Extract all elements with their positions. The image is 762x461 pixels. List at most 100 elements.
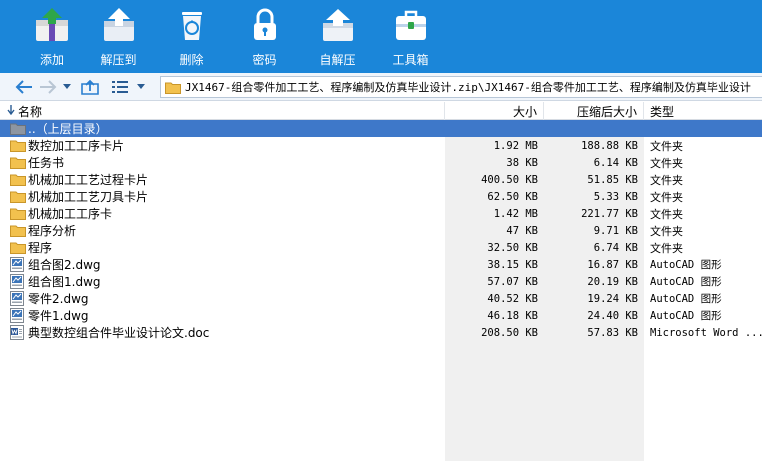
row-name: ..（上层目录） [28,122,108,136]
toolbox-button[interactable]: 工具箱 [374,0,447,73]
table-row[interactable]: 数控加工工序卡片 1.92 MB 188.88 KB 文件夹 [0,137,762,154]
row-name-cell: 程序 [0,239,445,256]
toolbox-icon [391,5,431,45]
table-row[interactable]: 程序 32.50 KB 6.74 KB 文件夹 [0,239,762,256]
folder-icon [10,241,26,255]
column-packed-size-label: 压缩后大小 [576,104,637,119]
row-name-cell: 机械加工工艺过程卡片 [0,171,445,188]
row-name-cell: 机械加工工艺刀具卡片 [0,188,445,205]
column-size[interactable]: 大小 [445,102,544,120]
path-field[interactable]: JX1467-组合零件加工工艺、程序编制及仿真毕业设计.zip\JX1467-组… [160,76,762,98]
table-row[interactable]: 组合图2.dwg 38.15 KB 16.87 KB AutoCAD 图形 [0,256,762,273]
table-row[interactable]: 零件2.dwg 40.52 KB 19.24 KB AutoCAD 图形 [0,290,762,307]
back-button[interactable] [12,75,36,99]
row-size: 1.42 MB [493,207,538,220]
row-type: AutoCAD 图形 [650,259,722,271]
up-folder-icon [81,79,99,95]
row-type: AutoCAD 图形 [650,276,722,288]
list-view-icon [112,80,128,93]
table-row[interactable]: 机械加工工艺过程卡片 400.50 KB 51.85 KB 文件夹 [0,171,762,188]
row-packed-size: 6.74 KB [593,241,638,254]
row-name-cell: 数控加工工序卡片 [0,137,445,154]
column-name[interactable]: 名称 [0,102,445,120]
extract-to-label: 解压到 [100,53,137,67]
row-name-cell: 任务书 [0,154,445,171]
recycle-bin-icon [172,5,212,45]
row-name-cell: 典型数控组合件毕业设计论文.doc [0,324,445,341]
row-name: 组合图2.dwg [28,258,101,272]
view-mode-dropdown[interactable] [134,75,148,99]
table-row-parent[interactable]: ..（上层目录） [0,120,762,137]
password-button[interactable]: 密码 [228,0,301,73]
row-type: 文件夹 [650,190,683,204]
row-type: Microsoft Word ... [650,326,762,339]
row-name: 任务书 [28,156,65,170]
extract-icon [99,5,139,45]
row-name-cell: 组合图1.dwg [0,273,445,290]
row-name-cell: ..（上层目录） [0,120,445,137]
row-name: 数控加工工序卡片 [28,139,125,153]
file-list: ..（上层目录） 数控加工工序卡片 1.92 MB 188.88 KB 文件夹 … [0,120,762,341]
column-name-label: 名称 [18,104,43,119]
row-name: 程序分析 [28,224,77,238]
row-type: 文件夹 [650,156,683,170]
self-extract-icon [318,5,358,45]
folder-icon [10,224,26,238]
row-type: 文件夹 [650,139,683,153]
column-size-label: 大小 [512,104,537,119]
row-size: 40.52 KB [487,292,538,305]
row-name: 零件2.dwg [28,292,89,306]
caret-down-icon [137,84,145,89]
arrow-right-icon [40,79,57,94]
row-size: 38 KB [506,156,538,169]
toolbar: 添加 解压到 删除 密码 自解压 工具箱 [0,0,762,73]
table-row[interactable]: 机械加工工艺刀具卡片 62.50 KB 5.33 KB 文件夹 [0,188,762,205]
row-name: 组合图1.dwg [28,275,101,289]
self-extract-button[interactable]: 自解压 [301,0,374,73]
forward-button[interactable] [36,75,60,99]
extract-to-button[interactable]: 解压到 [82,0,155,73]
table-row[interactable]: 组合图1.dwg 57.07 KB 20.19 KB AutoCAD 图形 [0,273,762,290]
row-name: 典型数控组合件毕业设计论文.doc [28,326,210,340]
column-type[interactable]: 类型 [644,102,762,120]
table-row[interactable]: 零件1.dwg 46.18 KB 24.40 KB AutoCAD 图形 [0,307,762,324]
delete-button[interactable]: 删除 [155,0,228,73]
row-type: AutoCAD 图形 [650,310,722,322]
column-packed-size[interactable]: 压缩后大小 [544,102,644,120]
add-button[interactable]: 添加 [22,0,82,73]
row-packed-size: 51.85 KB [587,173,638,186]
row-packed-size: 19.24 KB [587,292,638,305]
row-name-cell: 零件1.dwg [0,307,445,324]
row-packed-size: 24.40 KB [587,309,638,322]
row-type: 文件夹 [650,173,683,187]
row-packed-size: 9.71 KB [593,224,638,237]
row-size: 46.18 KB [487,309,538,322]
dwg-file-icon [10,257,26,272]
row-packed-size: 57.83 KB [587,326,638,339]
parent-folder-icon [10,122,26,136]
column-header: 名称 大小 压缩后大小 类型 [0,102,762,120]
history-dropdown[interactable] [60,75,74,99]
arrow-left-icon [15,79,32,94]
table-row[interactable]: 典型数控组合件毕业设计论文.doc 208.50 KB 57.83 KB Mic… [0,324,762,341]
table-row[interactable]: 任务书 38 KB 6.14 KB 文件夹 [0,154,762,171]
word-file-icon [10,325,26,340]
row-packed-size: 5.33 KB [593,190,638,203]
folder-icon [10,156,26,170]
row-name: 机械加工工艺过程卡片 [28,173,149,187]
dwg-file-icon [10,274,26,289]
folder-icon [10,139,26,153]
folder-icon [10,173,26,187]
row-type: 文件夹 [650,207,683,221]
table-row[interactable]: 机械加工工序卡 1.42 MB 221.77 KB 文件夹 [0,205,762,222]
row-size: 208.50 KB [481,326,538,339]
row-name-cell: 机械加工工序卡 [0,205,445,222]
view-mode-button[interactable] [108,75,132,99]
row-packed-size: 16.87 KB [587,258,638,271]
up-level-button[interactable] [78,75,102,99]
sort-arrow-down-icon [7,105,15,115]
row-name: 程序 [28,241,53,255]
add-archive-icon [32,5,72,45]
row-type: 文件夹 [650,241,683,255]
table-row[interactable]: 程序分析 47 KB 9.71 KB 文件夹 [0,222,762,239]
